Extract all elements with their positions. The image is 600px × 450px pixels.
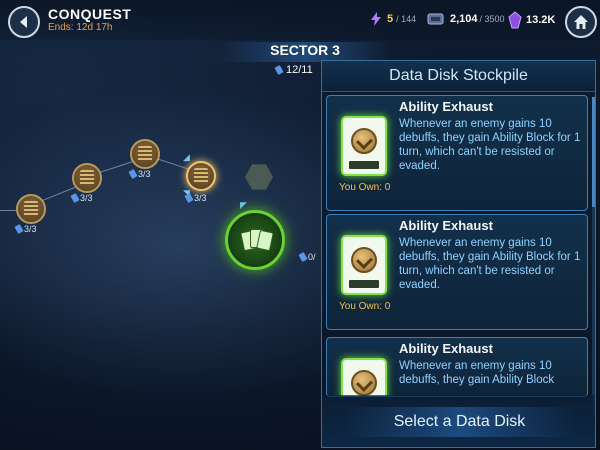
data-disk-icon — [298, 252, 308, 262]
map-node[interactable] — [16, 194, 46, 224]
energy-icon — [371, 12, 381, 26]
energy-counter[interactable]: 5 / 144 — [368, 11, 416, 27]
data-disk-name: Ability Exhaust — [399, 341, 493, 356]
select-bar: Select a Data Disk — [322, 395, 595, 447]
owned-count: You Own: 0 — [339, 301, 391, 312]
rarity-bar — [349, 280, 379, 288]
data-disk-name: Ability Exhaust — [399, 99, 493, 114]
map-node-count: 3/3 — [194, 193, 207, 203]
crystals-value: 13.2K — [526, 14, 556, 26]
home-icon — [574, 15, 588, 29]
data-disk-description: Whenever an enemy gains 10 debuffs, they… — [399, 360, 555, 386]
owned-count: You Own: 0 — [339, 182, 391, 193]
panel-scrollbar[interactable] — [592, 97, 595, 417]
data-disk-icon — [14, 224, 24, 234]
map-node-label: 3/3 — [14, 224, 37, 234]
map-node-count: 3/3 — [24, 224, 37, 234]
data-disk-cards-icon — [240, 227, 274, 253]
data-disk-icon — [70, 193, 80, 203]
data-disk-icon — [184, 193, 194, 203]
map-node[interactable] — [72, 163, 102, 193]
data-disk-thumbnail — [341, 358, 387, 396]
crystal-icon — [508, 11, 522, 29]
data-disk-icon — [128, 169, 138, 179]
event-timer: Ends: 12d 17h — [48, 22, 113, 33]
sector-progress-value: 12/11 — [286, 64, 313, 76]
keys-value: 2,104 — [450, 13, 478, 25]
energy-max: / 144 — [396, 14, 417, 24]
data-disk-node-selected[interactable] — [225, 210, 285, 270]
map-node-current[interactable] — [186, 161, 216, 191]
data-disk-card[interactable]: You Own: 0 Ability Exhaust Whenever an e… — [326, 214, 588, 330]
map-node-count: 3/3 — [138, 169, 151, 179]
map-node-label: 3/3 — [70, 193, 93, 203]
rarity-bar — [349, 161, 379, 169]
keys-counter[interactable]: 2,104 / 3500 — [426, 11, 505, 27]
data-disk-thumbnail — [341, 235, 387, 295]
scrollbar-thumb[interactable] — [592, 97, 595, 207]
sector-title: SECTOR 3 — [220, 42, 390, 62]
map-node[interactable] — [130, 139, 160, 169]
map-node-label: 0/ — [298, 252, 316, 262]
data-disk-name: Ability Exhaust — [399, 218, 493, 233]
energy-value: 5 — [387, 13, 394, 25]
map-node-label: 3/3 — [128, 169, 151, 179]
back-button[interactable] — [8, 6, 40, 38]
map-node-count: 0/ — [308, 252, 316, 262]
panel-title: Data Disk Stockpile — [322, 61, 595, 92]
data-disk-icon — [274, 65, 284, 75]
data-disk-thumbnail — [341, 116, 387, 176]
top-bar: CONQUEST Ends: 12d 17h 5 / 144 2,104 / 3… — [0, 0, 600, 40]
keys-max: / 3500 — [479, 14, 505, 24]
data-disk-card[interactable]: Ability Exhaust Whenever an enemy gains … — [326, 337, 588, 397]
event-title: CONQUEST — [48, 6, 132, 22]
crystals-counter[interactable]: 13.2K — [508, 11, 555, 29]
data-disk-description: Whenever an enemy gains 10 debuffs, they… — [399, 237, 581, 291]
data-disk-panel: Data Disk Stockpile You Own: 0 Ability E… — [321, 60, 596, 448]
data-disk-card[interactable]: You Own: 0 Ability Exhaust Whenever an e… — [326, 95, 588, 211]
home-button[interactable] — [565, 6, 597, 38]
sector-progress: 12/11 — [274, 64, 313, 76]
arrow-left-icon — [20, 16, 27, 28]
map-node-count: 3/3 — [80, 193, 93, 203]
arrow-indicator-icon: ◢ — [183, 152, 190, 162]
data-disk-description: Whenever an enemy gains 10 debuffs, they… — [399, 118, 581, 172]
arrow-indicator-icon: ◤ — [240, 200, 247, 210]
map-node-label: 3/3 — [184, 193, 207, 203]
select-data-disk-button[interactable]: Select a Data Disk — [342, 407, 577, 437]
conquest-key-icon — [427, 13, 444, 25]
